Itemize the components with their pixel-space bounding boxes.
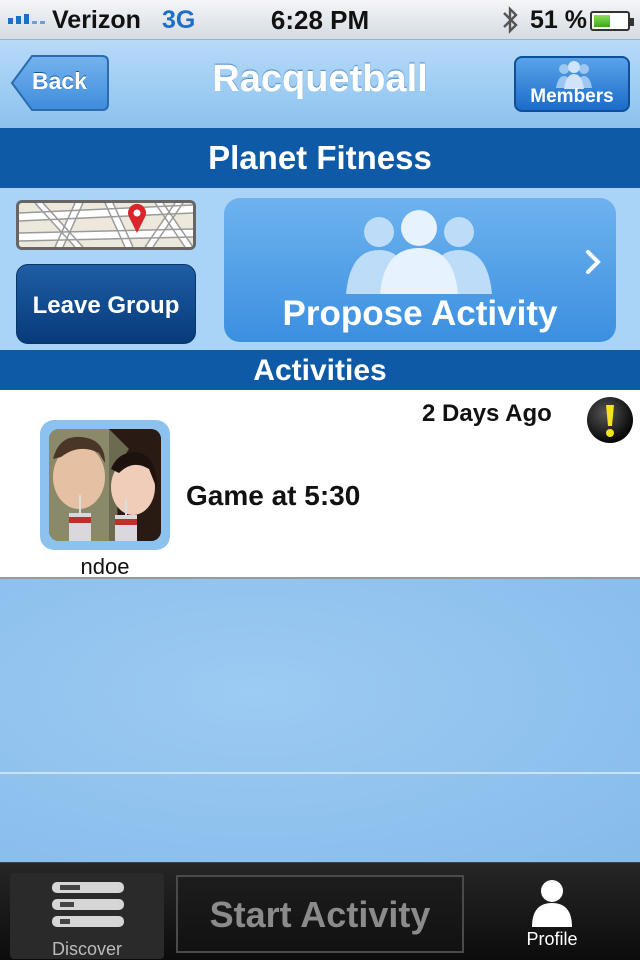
activities-header-label: Activities — [253, 354, 387, 387]
bluetooth-icon — [500, 4, 520, 41]
activities-header: Activities — [0, 350, 640, 390]
chevron-right-icon — [584, 248, 602, 281]
activity-title: Game at 5:30 — [186, 480, 361, 511]
tab-profile[interactable]: Profile — [474, 873, 630, 959]
leave-group-button[interactable]: Leave Group — [16, 264, 196, 344]
discover-list-icon — [52, 881, 124, 934]
profile-icon — [530, 879, 574, 932]
start-activity-button[interactable]: Start Activity — [176, 875, 464, 953]
location-name: Planet Fitness — [208, 139, 432, 176]
location-banner: Planet Fitness — [0, 128, 640, 188]
members-button[interactable]: Members — [514, 56, 630, 112]
avatar-frame — [40, 420, 170, 550]
status-bar: Verizon 3G 6:28 PM 51 % — [0, 0, 640, 40]
activity-time-ago: 2 Days Ago — [422, 400, 552, 427]
propose-activity-button[interactable]: Propose Activity — [224, 198, 616, 342]
map-thumbnail[interactable] — [16, 200, 196, 250]
propose-activity-label: Propose Activity — [282, 294, 558, 333]
navigation-bar: Back Racquetball Members — [0, 40, 640, 128]
activity-username: ndoe — [80, 554, 130, 579]
divider — [0, 772, 640, 774]
members-button-label: Members — [530, 86, 614, 107]
action-area: Leave Group Propose Activity — [0, 188, 640, 350]
avatar[interactable] — [49, 429, 161, 541]
map-icon — [19, 203, 193, 247]
empty-list-area — [0, 579, 640, 862]
leave-group-label: Leave Group — [32, 292, 180, 319]
start-activity-label: Start Activity — [209, 894, 431, 935]
tab-profile-label: Profile — [526, 929, 578, 949]
tab-discover-label: Discover — [51, 939, 122, 959]
battery-icon — [590, 11, 634, 31]
activity-row[interactable]: ndoe 2 Days Ago Game at 5:30 — [0, 390, 640, 579]
group-people-icon — [344, 210, 494, 299]
exclamation-icon[interactable] — [586, 396, 634, 449]
tab-discover[interactable]: Discover — [10, 873, 164, 959]
tab-bar: Discover Start Activity Profile — [0, 862, 640, 960]
battery-percent: 51 % — [530, 6, 587, 34]
